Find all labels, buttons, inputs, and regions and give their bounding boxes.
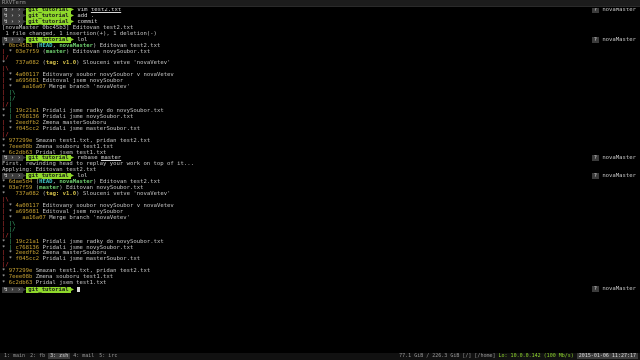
branch-ref: master [45,48,67,55]
git-status-icon: ? [591,36,599,43]
git-status-icon: ? [591,155,599,162]
commit-refs: (tag: v1.0) [42,191,83,198]
git-branch-name: novaMaster [602,36,636,43]
window-title-bar: RXVTerm [0,0,640,7]
git-branch-name: novaMaster [602,286,636,293]
commit-hash: f045cc2 [15,125,40,132]
commit-message: Pridali jsme masterSoubor.txt [42,256,141,263]
commit-message: Pridali jsme masterSoubor.txt [42,125,141,132]
window-tab[interactable]: 1: main [2,353,27,359]
prompt-directory: git_tutorial [26,18,71,25]
graph-node: * [8,125,13,132]
datetime: 2015-01-06 11:27:17 [576,353,638,359]
commit-hash: f045cc2 [15,256,40,263]
status-bar: 1: main 2: fb 3: zsh 4: mail 5: irc 77.1 GiB… [0,353,640,360]
right-prompt: ? novaMaster [591,286,636,293]
commit-message: Editovan novySoubor.txt [72,48,151,55]
disk-usage-root: 77.1 GiB / 226.3 GiB [/] [399,353,472,359]
git-status-icon: ? [591,286,599,293]
text-cursor [77,287,81,293]
window-tab[interactable]: 5: irc [97,353,119,359]
command-argument: test2.txt [90,8,122,13]
commit-message: Slouceni vetve 'novaVetev' [82,60,171,67]
graph-node: * [8,48,13,55]
os-icon: ↯ › › [2,287,23,294]
commit-message: Merge branch 'novaVetev' [49,84,131,91]
git-status-icon: ? [591,8,599,13]
prompt-directory: git_tutorial [26,287,71,294]
commit-message: Pridal jsem test1.txt [35,280,107,287]
commit-hash: 6c2db63 [8,280,33,287]
commit-refs: (tag: v1.0) [42,60,83,67]
prompt-line: ↯ › › ▶ git_tutorial ▶ ? novaMaster [0,286,640,294]
graph-edge: / [12,226,16,233]
commit-hash: 737a082 [15,60,40,67]
git-status-icon: ? [591,173,599,180]
git-branch-name: novaMaster [602,155,636,162]
network-status: Lo: 10.0.0.142 (100 Mb/s) [498,353,574,359]
window-tab[interactable]: 3: zsh [48,353,71,359]
graph-node: * [8,256,13,263]
commit-message: Slouceni vetve 'novaVetev' [82,191,171,198]
disk-usage-home: [/home] [474,353,496,359]
tag-label: tag: v1.0 [45,60,77,67]
graph-edge: / [12,96,16,103]
commit-hash: 03e7f59 [15,48,40,55]
os-icon: ↯ › › [2,18,23,25]
terminal-output[interactable]: ↯ › › ▶ git_tutorial ▶ vim test2.txt? novaM… [0,8,640,348]
commit-hash: aa16a07 [22,214,46,221]
git-branch-name: novaMaster [602,173,636,180]
window-title: RXVTerm [2,0,26,6]
commit-message: Merge branch 'novaVetev' [49,214,131,221]
window-tab[interactable]: 2: fb [28,353,47,359]
commit-hash: aa16a07 [22,84,46,91]
commit-refs: (master) [42,48,73,55]
commit-hash: 737a082 [15,191,40,198]
command-text: commit [77,18,98,25]
system-info: 77.1 GiB / 226.3 GiB [/] [/home] Lo: 10.… [399,353,638,360]
tag-label: tag: v1.0 [45,191,77,198]
window-tab[interactable]: 4: mail [71,353,96,359]
git-branch-name: novaMaster [602,8,636,13]
graph-node: * [2,280,6,287]
window-tabs: 1: main 2: fb 3: zsh 4: mail 5: irc [2,353,120,360]
